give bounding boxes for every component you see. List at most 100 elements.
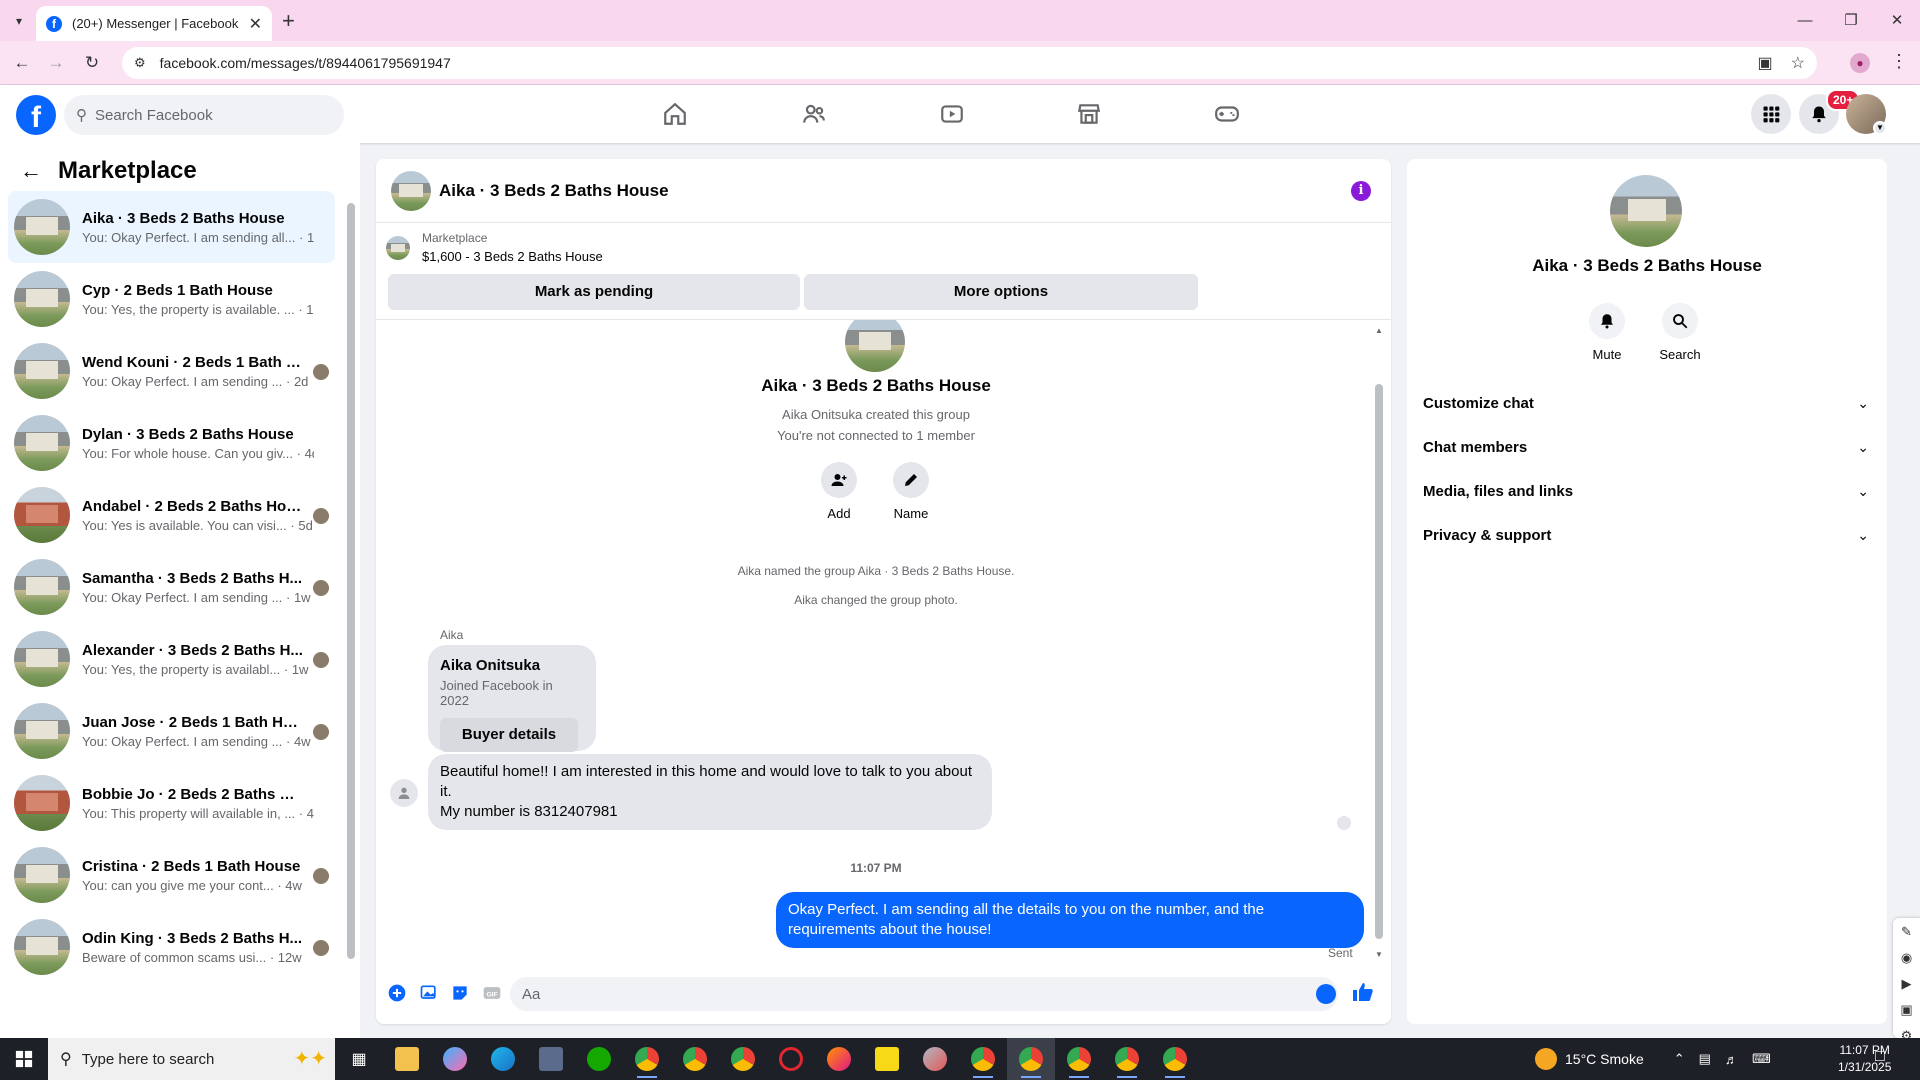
chrome-icon[interactable] [1103,1038,1151,1080]
edge-icon[interactable] [479,1038,527,1080]
section-privacy-support[interactable]: Privacy & support ⌄ [1423,513,1873,557]
scrollbar-thumb[interactable] [347,203,355,959]
chat-avatar[interactable] [391,170,431,211]
more-options-button[interactable]: More options [804,274,1198,310]
conversation-item[interactable]: Cyp · 2 Beds 1 Bath House You: Yes, the p… [8,263,335,335]
nav-gaming[interactable] [1171,85,1283,143]
info-icon[interactable]: i [1351,181,1371,201]
section-customize-chat[interactable]: Customize chat ⌄ [1423,381,1873,425]
video-camera-icon[interactable]: ▶ [1902,976,1912,992]
site-info-icon[interactable]: ⚙ [134,55,146,71]
scroll-up-icon[interactable]: ▲ [1373,326,1385,335]
browser-menu-icon[interactable]: ⋮ [1890,51,1908,72]
nav-marketplace[interactable] [1033,85,1145,143]
browser-profile-icon[interactable]: ● [1850,53,1870,73]
reload-icon[interactable]: ↻ [80,51,104,75]
conversation-item[interactable]: Dylan · 3 Beds 2 Baths House You: For who… [8,407,335,479]
chrome-icon[interactable] [719,1038,767,1080]
keyboard-icon[interactable]: ⌨ [1752,1051,1771,1067]
conversation-item[interactable]: Aika · 3 Beds 2 Baths House You: Okay Per… [8,191,335,263]
chevron-down-icon[interactable]: ▼ [1873,121,1887,135]
conversation-item[interactable]: Cristina · 2 Beds 1 Bath House You: can y… [8,839,335,911]
nav-friends[interactable] [758,85,870,143]
tab-search-icon[interactable]: ▾ [8,10,30,32]
chrome-icon[interactable] [1007,1038,1055,1080]
mute-button[interactable]: Mute [1577,303,1637,362]
chrome-icon[interactable] [959,1038,1007,1080]
calculator-icon[interactable] [527,1038,575,1080]
buyer-details-button[interactable]: Buyer details [440,718,578,752]
bell-icon [1812,106,1826,123]
chrome-icon[interactable] [1055,1038,1103,1080]
like-button[interactable] [1351,980,1375,1009]
marketplace-listing-bar[interactable]: Marketplace $1,600 - 3 Beds 2 Baths Hous… [386,231,603,264]
new-tab-icon[interactable]: + [282,8,295,34]
search-in-chat-button[interactable]: Search [1650,303,1710,362]
conversation-item[interactable]: Juan Jose · 2 Beds 1 Bath House You: Okay… [8,695,335,767]
chat-scrollbar[interactable]: ▲ ▼ [1373,326,1385,961]
add-member-button[interactable]: Add [809,462,869,521]
url-text[interactable]: facebook.com/messages/t/8944061795691947 [160,55,1740,71]
bookmark-star-icon[interactable]: ☆ [1791,53,1805,73]
weather-widget[interactable]: 15°C Smoke [1535,1048,1644,1070]
sender-avatar[interactable] [390,779,418,807]
conversation-item[interactable]: Andabel · 2 Beds 2 Baths House You: Yes i… [8,479,335,551]
incoming-message[interactable]: Beautiful home!! I am interested in this… [428,754,992,830]
conversation-item[interactable]: Odin King · 3 Beds 2 Baths H... Beware of… [8,911,335,983]
outgoing-message[interactable]: Okay Perfect. I am sending all the detai… [776,892,1364,948]
chrome-icon[interactable] [623,1038,671,1080]
facebook-logo-icon[interactable]: f [16,95,56,135]
conversation-item[interactable]: Wend Kouni · 2 Beds 1 Bath H... You: Okay… [8,335,335,407]
address-bar[interactable]: ⚙ facebook.com/messages/t/89440617956919… [122,47,1817,79]
window-icon[interactable]: ▣ [1900,1002,1912,1018]
message-input[interactable] [510,977,1338,1011]
section-chat-members[interactable]: Chat members ⌄ [1423,425,1873,469]
chrome-icon[interactable] [671,1038,719,1080]
app-icon[interactable] [911,1038,959,1080]
minimize-icon[interactable]: — [1782,0,1828,41]
conversation-item[interactable]: Bobbie Jo · 2 Beds 2 Baths House You: Thi… [8,767,335,839]
sticky-notes-icon[interactable] [863,1038,911,1080]
sticker-button[interactable] [444,977,476,1009]
nav-home[interactable] [619,85,731,143]
scrollbar-thumb[interactable] [1375,384,1383,939]
emoji-icon[interactable] [1316,984,1336,1004]
volume-icon[interactable]: ♬ [1725,1052,1738,1067]
chevron-up-icon[interactable]: ⌃ [1674,1051,1685,1067]
forward-icon[interactable]: → [44,51,68,75]
sidebar-scrollbar[interactable] [347,191,355,981]
browser-tab[interactable]: f (20+) Messenger | Facebook ✕ [36,6,272,41]
back-arrow-icon[interactable]: ← [20,158,42,184]
gif-button[interactable]: GIF [476,977,508,1009]
firefox-icon[interactable] [815,1038,863,1080]
opera-icon[interactable] [767,1038,815,1080]
copilot-icon[interactable] [431,1038,479,1080]
nav-video[interactable] [896,85,1008,143]
restore-icon[interactable]: ❐ [1828,0,1874,41]
tab-close-icon[interactable]: ✕ [249,14,262,34]
upwork-icon[interactable] [575,1038,623,1080]
task-view-icon[interactable]: ▦ [335,1038,383,1080]
scroll-down-icon[interactable]: ▼ [1373,950,1385,959]
conversation-item[interactable]: Alexander · 3 Beds 2 Baths H... You: Yes,… [8,623,335,695]
taskbar-search-input[interactable]: ⚲ Type here to search ✦✦ [48,1038,335,1080]
name-group-button[interactable]: Name [881,462,941,521]
back-icon[interactable]: ← [10,51,34,75]
chat-title[interactable]: Aika · 3 Beds 2 Baths House [439,181,669,201]
section-media-files-links[interactable]: Media, files and links ⌄ [1423,469,1873,513]
windows-start-icon[interactable] [0,1038,48,1080]
install-app-icon[interactable]: ▣ [1758,53,1773,73]
camera-icon[interactable]: ◉ [1901,950,1912,966]
pen-icon[interactable]: ✎ [1901,924,1912,940]
network-icon[interactable]: ▤ [1699,1051,1711,1067]
file-explorer-icon[interactable] [383,1038,431,1080]
mark-as-pending-button[interactable]: Mark as pending [388,274,800,310]
close-window-icon[interactable]: ✕ [1874,0,1920,41]
chrome-icon[interactable] [1151,1038,1199,1080]
attach-photo-button[interactable] [413,977,445,1009]
facebook-search-input[interactable]: ⚲ Search Facebook [64,95,344,135]
notification-center-icon[interactable]: □ [1875,1048,1885,1066]
menu-grid-button[interactable] [1751,94,1791,134]
conversation-item[interactable]: Samantha · 3 Beds 2 Baths H... You: Okay … [8,551,335,623]
more-actions-button[interactable] [381,977,413,1009]
